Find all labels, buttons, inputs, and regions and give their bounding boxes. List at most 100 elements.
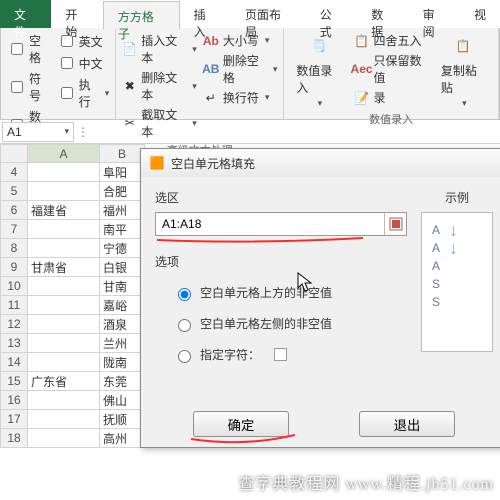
row-header[interactable]: 16 [0, 391, 28, 410]
chk-english[interactable]: 英文 [57, 32, 110, 50]
row-header[interactable]: 12 [0, 315, 28, 334]
select-all-corner[interactable] [0, 144, 28, 163]
char-input[interactable] [274, 348, 287, 361]
radio-left[interactable]: 空白单元格左侧的非空值 [173, 315, 407, 332]
cell[interactable]: 南平 [100, 220, 145, 239]
cell[interactable]: 佛山 [100, 391, 145, 410]
tab-layout[interactable]: 页面布局 [231, 0, 306, 28]
group-number: 🗒️ 数值录入▾ 📋四舍五入 Aec只保留数值 📝录 📋 复制粘贴▾ 数值录入 [284, 28, 499, 119]
dialog-icon: 🟧 [149, 155, 165, 171]
cmd-case[interactable]: Ab大小写▾ [203, 32, 278, 49]
chk-symbol[interactable]: 符号 [7, 70, 51, 104]
cmd-record[interactable]: 📝录 [354, 89, 429, 106]
chk-space[interactable]: 空格 [7, 32, 51, 66]
cell[interactable]: 甘南 [100, 277, 145, 296]
cell[interactable] [28, 277, 100, 296]
cell[interactable] [28, 334, 100, 353]
tab-review[interactable]: 审阅 [409, 0, 460, 28]
cell[interactable] [28, 163, 100, 182]
ribbon-tabs: 文件 开始 方方格子 插入 页面布局 公式 数据 审阅 视 [0, 0, 500, 28]
number-input-icon: 🗒️ [305, 32, 333, 60]
cell[interactable]: 福州 [100, 201, 145, 220]
row-header[interactable]: 14 [0, 353, 28, 372]
cmd-round[interactable]: 📋四舍五入 [354, 32, 429, 49]
group-number-label: 数值录入 [290, 109, 492, 130]
cell[interactable]: 嘉峪 [100, 296, 145, 315]
row-header[interactable]: 11 [0, 296, 28, 315]
newline-icon: ↵ [203, 90, 219, 106]
namebox-divider: ⋮ [74, 125, 92, 139]
radio-above[interactable]: 空白单元格上方的非空值 [173, 284, 407, 301]
cell[interactable] [28, 353, 100, 372]
selection-input[interactable] [156, 217, 384, 231]
keep-number-icon: Aec [354, 61, 370, 77]
tab-view[interactable]: 视 [460, 0, 500, 28]
row-header[interactable]: 15 [0, 372, 28, 391]
cell[interactable]: 宁德 [100, 239, 145, 258]
row-header[interactable]: 10 [0, 277, 28, 296]
cancel-button[interactable]: 退出 [359, 411, 455, 437]
cell[interactable]: 阜阳 [100, 163, 145, 182]
chk-exec[interactable]: 执行▾ [57, 76, 110, 110]
row-header[interactable]: 9 [0, 258, 28, 277]
row-header[interactable]: 7 [0, 220, 28, 239]
chk-chinese[interactable]: 中文 [57, 54, 110, 72]
selection-label: 选区 [155, 189, 407, 206]
cmd-delete-text[interactable]: ✖删除文本▾ [122, 69, 197, 103]
row-header[interactable]: 6 [0, 201, 28, 220]
cell[interactable]: 广东省 [28, 372, 100, 391]
cmd-keep-number[interactable]: Aec只保留数值 [354, 52, 429, 86]
btn-number-input[interactable]: 🗒️ 数值录入▾ [290, 32, 347, 109]
col-header-a[interactable]: A [28, 144, 100, 163]
cell[interactable]: 甘肃省 [28, 258, 100, 277]
tab-file[interactable]: 文件 [0, 0, 51, 28]
tab-addin[interactable]: 方方格子 [103, 1, 180, 29]
clipboard-icon: 📋 [449, 32, 477, 60]
cell[interactable] [28, 239, 100, 258]
tab-data[interactable]: 数据 [357, 0, 408, 28]
row-header[interactable]: 5 [0, 182, 28, 201]
annotation-underline [155, 236, 407, 243]
cmd-insert-text[interactable]: 📄插入文本▾ [122, 32, 197, 66]
cell[interactable]: 白银 [100, 258, 145, 277]
dialog-titlebar[interactable]: 🟧 空白单元格填充 [141, 149, 500, 177]
row-header[interactable]: 8 [0, 239, 28, 258]
ribbon: 空格 符号 数字 英文 中文 执行▾ 文本处理 📄插入文本▾ ✖删除文本▾ ✂截… [0, 28, 500, 120]
tab-insert[interactable]: 插入 [180, 0, 231, 28]
cell[interactable] [28, 182, 100, 201]
cmd-truncate-text[interactable]: ✂截取文本▾ [122, 106, 197, 140]
cell[interactable]: 福建省 [28, 201, 100, 220]
cell[interactable]: 东莞 [100, 372, 145, 391]
cell[interactable]: 高州 [100, 429, 145, 448]
cell[interactable]: 抚顺 [100, 410, 145, 429]
cmd-del-space[interactable]: AB删除空格▾ [203, 52, 278, 86]
cell[interactable] [28, 296, 100, 315]
btn-copy-paste[interactable]: 📋 复制粘贴▾ [435, 32, 492, 109]
col-header-b[interactable]: B [100, 144, 145, 163]
group-text: 空格 符号 数字 英文 中文 执行▾ 文本处理 [1, 28, 116, 119]
cell[interactable]: 陇南 [100, 353, 145, 372]
cell[interactable]: 兰州 [100, 334, 145, 353]
range-picker-button[interactable] [384, 213, 406, 235]
options-label: 选项 [155, 253, 407, 270]
row-header[interactable]: 4 [0, 163, 28, 182]
cell[interactable]: 合肥 [100, 182, 145, 201]
cell[interactable] [28, 315, 100, 334]
row-header[interactable]: 18 [0, 429, 28, 448]
row-header[interactable]: 13 [0, 334, 28, 353]
dialog-title: 空白单元格填充 [171, 155, 255, 172]
cell[interactable]: 酒泉 [100, 315, 145, 334]
name-box[interactable]: A1▾ [2, 122, 74, 142]
example-arrow-icon: ↓↓ [449, 221, 459, 343]
cell[interactable] [28, 429, 100, 448]
insert-text-icon: 📄 [122, 41, 137, 57]
cmd-newline[interactable]: ↵换行符▾ [203, 89, 278, 106]
cell[interactable] [28, 410, 100, 429]
case-icon: Ab [203, 33, 219, 49]
cell[interactable] [28, 220, 100, 239]
cell[interactable] [28, 391, 100, 410]
radio-char[interactable]: 指定字符： [173, 346, 407, 363]
tab-home[interactable]: 开始 [51, 0, 102, 28]
tab-formula[interactable]: 公式 [306, 0, 357, 28]
row-header[interactable]: 17 [0, 410, 28, 429]
